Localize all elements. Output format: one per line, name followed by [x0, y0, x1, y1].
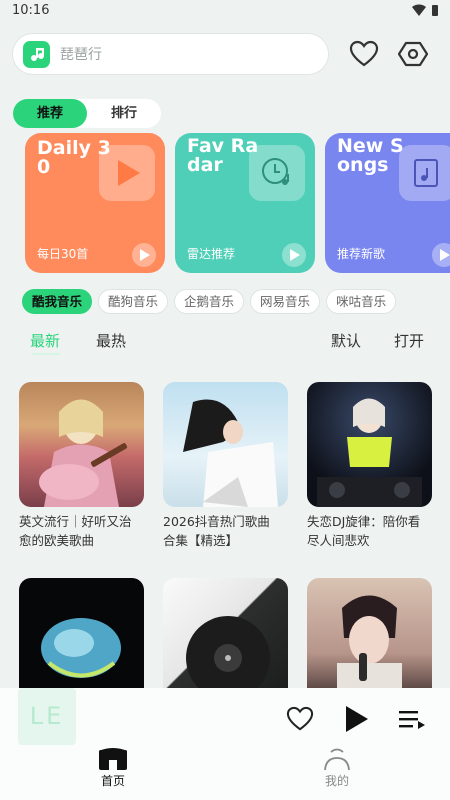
- now-playing-cover[interactable]: LE: [18, 688, 76, 745]
- playlist-cover: [163, 578, 288, 703]
- card-play-icon[interactable]: [282, 243, 306, 267]
- open-button[interactable]: 打开: [394, 330, 424, 351]
- battery-icon: [432, 4, 438, 16]
- hexagon-settings-icon[interactable]: [397, 38, 429, 70]
- feature-cards: Daily 30 每日30首 Fav Radar 雷达推荐 New Songs …: [25, 133, 450, 273]
- heart-icon[interactable]: [348, 38, 380, 70]
- tab-recommend[interactable]: 推荐: [13, 99, 87, 128]
- source-chips: 酷我音乐 酷狗音乐 企鹅音乐 网易音乐 咪咕音乐: [22, 289, 397, 314]
- playlist-card[interactable]: 英文流行｜好听又治愈的欧美歌曲: [19, 382, 144, 550]
- player-play-icon[interactable]: [341, 704, 371, 734]
- filter-hot[interactable]: 最热: [96, 330, 126, 351]
- play-icon: [99, 145, 155, 201]
- nav-mine[interactable]: 我的: [307, 748, 367, 789]
- nav-label: 首页: [100, 774, 125, 788]
- playlist-title: 失恋DJ旋律：陪你看尽人间悲欢: [307, 514, 421, 548]
- tab-switcher: 推荐 排行: [13, 99, 161, 128]
- card-daily-30[interactable]: Daily 30 每日30首: [25, 133, 165, 273]
- tab-ranking[interactable]: 排行: [87, 99, 161, 128]
- playlist-cover: [163, 382, 288, 507]
- nav-label: 我的: [324, 774, 349, 788]
- playlist-card[interactable]: 2026抖音热门歌曲合集【精选】: [163, 382, 288, 550]
- sort-default[interactable]: 默认: [331, 330, 361, 351]
- playlist-title: 英文流行｜好听又治愈的欧美歌曲: [19, 514, 132, 548]
- search-input[interactable]: 琵琶行: [60, 44, 102, 64]
- playlist-cover: [307, 578, 432, 703]
- user-icon: [307, 748, 367, 770]
- playlist-cover: [307, 382, 432, 507]
- playlist-queue-icon[interactable]: [397, 704, 427, 734]
- mini-player: LE: [0, 688, 450, 746]
- playlist-cover: [19, 382, 144, 507]
- player-heart-icon[interactable]: [285, 704, 315, 734]
- playlist-title: 2026抖音热门歌曲合集【精选】: [163, 514, 270, 548]
- source-kugou[interactable]: 酷狗音乐: [98, 289, 169, 314]
- card-fav-radar[interactable]: Fav Radar 雷达推荐: [175, 133, 315, 273]
- playlist-cover: [19, 578, 144, 703]
- filter-row: 最新 最热 默认 打开: [0, 330, 450, 355]
- status-icons: [412, 4, 438, 16]
- card-play-icon[interactable]: [132, 243, 156, 267]
- nav-home[interactable]: 首页: [83, 748, 143, 789]
- source-qq[interactable]: 企鹅音乐: [174, 289, 245, 314]
- search-bar[interactable]: 琵琶行: [12, 33, 329, 75]
- source-netease[interactable]: 网易音乐: [250, 289, 321, 314]
- card-label: 雷达推荐: [187, 247, 236, 261]
- source-migu[interactable]: 咪咕音乐: [326, 289, 397, 314]
- wifi-icon: [412, 4, 426, 16]
- card-new-songs[interactable]: New Songs 推荐新歌: [325, 133, 450, 273]
- card-label: 每日30首: [37, 247, 89, 261]
- bottom-nav: 首页 我的: [0, 746, 450, 800]
- filter-latest[interactable]: 最新: [30, 330, 61, 355]
- playlist-card[interactable]: 失恋DJ旋律：陪你看尽人间悲欢: [307, 382, 432, 550]
- music-note-icon: [23, 40, 50, 68]
- music-document-icon: [399, 145, 450, 201]
- clock-music-icon: [249, 145, 305, 201]
- card-label: 推荐新歌: [337, 247, 386, 261]
- status-bar: 10:16: [0, 0, 450, 24]
- source-kuwo[interactable]: 酷我音乐: [22, 289, 93, 314]
- card-play-icon[interactable]: [432, 243, 450, 267]
- status-time: 10:16: [12, 3, 50, 18]
- home-icon: [83, 748, 143, 770]
